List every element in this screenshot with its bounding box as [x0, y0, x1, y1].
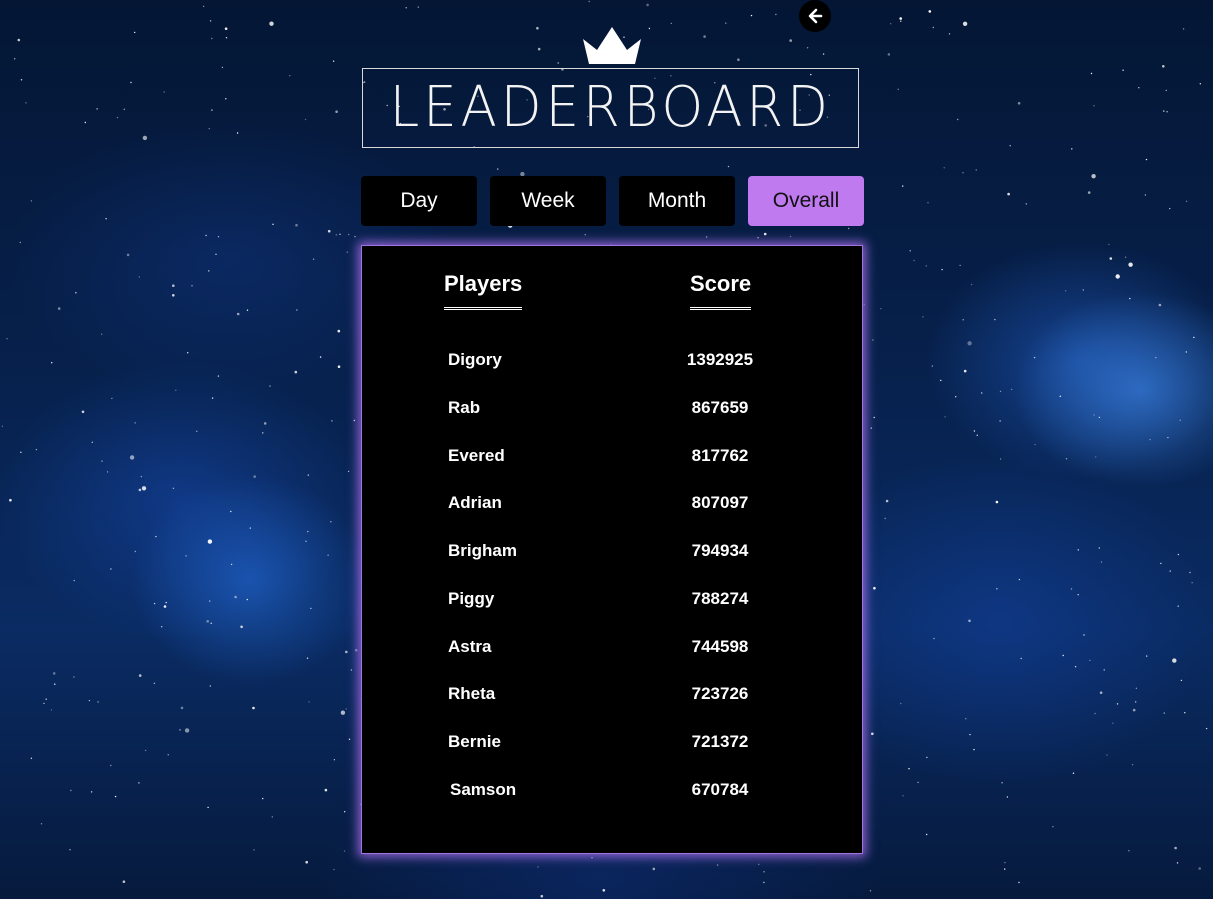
- table-row: Bernie 721372: [362, 732, 862, 756]
- player-name: Adrian: [448, 493, 502, 512]
- leaderboard-title-box: LEADERBOARD: [362, 68, 859, 148]
- tab-day[interactable]: Day: [361, 176, 477, 226]
- player-score: 788274: [691, 589, 749, 608]
- table-row: Brigham 794934: [362, 541, 862, 565]
- arrow-left-icon: [808, 8, 823, 24]
- table-row: Astra 744598: [362, 637, 862, 661]
- back-button[interactable]: [799, 0, 831, 32]
- player-score: 817762: [691, 446, 749, 465]
- table-row: Digory 1392925: [362, 350, 862, 374]
- player-name: Brigham: [448, 541, 517, 560]
- tab-overall[interactable]: Overall: [748, 176, 864, 226]
- tab-week[interactable]: Week: [490, 176, 606, 226]
- player-name: Evered: [448, 446, 505, 465]
- table-row: Rab 867659: [362, 398, 862, 422]
- player-score: 721372: [691, 732, 749, 751]
- player-score: 807097: [691, 493, 749, 512]
- tab-month[interactable]: Month: [619, 176, 735, 226]
- player-name: Samson: [450, 780, 517, 799]
- player-score: 723726: [691, 684, 749, 703]
- player-name: Piggy: [448, 589, 495, 608]
- score-column-header: Score: [690, 271, 752, 310]
- player-score: 794934: [691, 541, 749, 560]
- table-row: Piggy 788274: [362, 589, 862, 613]
- period-tabs: Day Week Month Overall: [361, 176, 864, 226]
- player-name: Astra: [448, 637, 492, 656]
- table-row: Adrian 807097: [362, 493, 862, 517]
- players-column-header: Players: [444, 271, 523, 310]
- player-score: 1392925: [686, 350, 754, 369]
- player-score: 670784: [691, 780, 749, 799]
- leaderboard-table: Players Score Digory 1392925 Rab 867659 …: [361, 245, 863, 854]
- player-name: Rheta: [448, 684, 496, 703]
- page-title: LEADERBOARD: [389, 75, 832, 140]
- player-name: Bernie: [448, 732, 501, 751]
- table-row: Rheta 723726: [362, 684, 862, 708]
- player-score: 744598: [691, 637, 749, 656]
- player-score: 867659: [691, 398, 749, 417]
- crown-icon: [583, 27, 641, 64]
- player-name: Digory: [448, 350, 502, 369]
- table-row: Evered 817762: [362, 446, 862, 470]
- player-name: Rab: [448, 398, 481, 417]
- table-row: Samson 670784: [362, 780, 862, 804]
